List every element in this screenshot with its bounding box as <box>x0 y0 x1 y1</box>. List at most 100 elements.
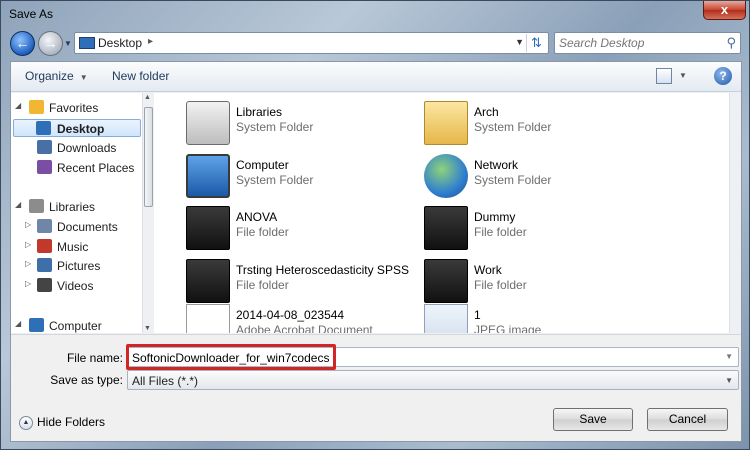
expand-triangle-icon[interactable]: ◢ <box>15 101 21 110</box>
address-dropdown-icon[interactable]: ▼ <box>515 37 524 47</box>
refresh-icon[interactable]: ⇅ <box>526 34 546 52</box>
back-button[interactable]: ← <box>10 31 35 56</box>
file-item[interactable]: 1 JPEG image <box>424 302 654 333</box>
save-type-value: All Files (*.*) <box>132 374 199 388</box>
sidebar-item-label: Pictures <box>57 259 101 273</box>
network-icon <box>424 154 468 198</box>
file-item[interactable]: 2014-04-08_023544 Adobe Acrobat Document <box>186 302 416 333</box>
new-folder-button[interactable]: New folder <box>112 69 169 83</box>
folder-icon <box>186 259 230 303</box>
search-box[interactable]: ⚲ <box>554 32 741 54</box>
sidebar-item-label: Downloads <box>57 141 117 155</box>
recent-pages-dropdown-icon[interactable]: ▼ <box>64 39 72 48</box>
computer-icon <box>186 154 230 198</box>
collapsed-triangle-icon[interactable]: ▷ <box>25 259 31 268</box>
sidebar-item-libraries[interactable]: ◢ Libraries <box>15 198 139 216</box>
documents-icon <box>37 219 52 233</box>
address-bar[interactable]: Desktop ▸ ▼ ⇅ <box>74 32 549 54</box>
file-item[interactable]: Libraries System Folder <box>186 99 416 149</box>
file-list: Libraries System Folder Arch System Fold… <box>154 93 741 333</box>
file-name-label: File name: <box>66 351 123 365</box>
sidebar-item-desktop[interactable]: Desktop <box>13 119 141 137</box>
scroll-down-icon[interactable]: ▼ <box>144 325 151 332</box>
command-toolbar: Organize ▼ New folder ▼ ? <box>11 62 741 92</box>
sidebar-item-pictures[interactable]: ▷ Pictures <box>15 257 139 275</box>
file-item[interactable]: Work File folder <box>424 257 654 307</box>
file-type: System Folder <box>474 173 552 187</box>
file-item[interactable]: Dummy File folder <box>424 204 654 254</box>
file-name: Libraries <box>236 105 283 119</box>
sidebar-item-music[interactable]: ▷ Music <box>15 238 139 256</box>
file-name: Arch <box>474 105 499 119</box>
address-text[interactable]: Desktop <box>98 36 142 50</box>
pictures-icon <box>37 258 52 272</box>
forward-button[interactable]: → <box>38 31 63 56</box>
change-view-icon[interactable] <box>656 68 672 84</box>
file-type: System Folder <box>474 120 552 134</box>
search-icon[interactable]: ⚲ <box>726 35 736 51</box>
expand-triangle-icon[interactable]: ◢ <box>15 200 21 209</box>
save-form: File name: ▼ Save as type: All Files (*.… <box>11 334 741 441</box>
recent-places-icon <box>37 160 52 174</box>
file-item[interactable]: Computer System Folder <box>186 152 416 202</box>
libraries-icon <box>29 199 44 213</box>
desktop-icon <box>79 37 95 49</box>
save-type-select[interactable]: All Files (*.*) ▼ <box>127 370 739 390</box>
sidebar-item-label: Computer <box>49 319 102 333</box>
folder-icon <box>424 259 468 303</box>
file-item[interactable]: ANOVA File folder <box>186 204 416 254</box>
file-type: JPEG image <box>474 323 542 333</box>
sidebar-item-documents[interactable]: ▷ Documents <box>15 218 139 236</box>
jpeg-image-icon <box>424 304 468 333</box>
desktop-icon <box>36 121 51 135</box>
title-bar: Save As x <box>1 1 749 29</box>
collapse-up-icon: ▲ <box>19 415 33 430</box>
file-list-scrollbar[interactable] <box>729 93 741 333</box>
navigation-bar: ← → ▼ Desktop ▸ ▼ ⇅ ⚲ <box>1 29 749 59</box>
cancel-button[interactable]: Cancel <box>647 408 728 431</box>
scrollbar-thumb[interactable] <box>144 107 153 207</box>
navigation-pane-scrollbar[interactable]: ▲ ▼ <box>142 93 153 333</box>
hide-folders-button[interactable]: ▲ Hide Folders <box>19 415 105 430</box>
view-dropdown-icon[interactable]: ▼ <box>679 71 687 80</box>
sidebar-item-downloads[interactable]: Downloads <box>15 139 139 157</box>
file-type: Adobe Acrobat Document <box>236 323 373 333</box>
sidebar-item-favorites[interactable]: ◢ Favorites <box>15 99 139 117</box>
sidebar-item-recent-places[interactable]: Recent Places <box>15 159 139 177</box>
file-name: Work <box>474 263 502 277</box>
file-item[interactable]: Arch System Folder <box>424 99 654 149</box>
file-name: Computer <box>236 158 289 172</box>
highlight-annotation <box>126 344 336 370</box>
star-icon <box>29 100 44 114</box>
help-icon[interactable]: ? <box>714 67 732 85</box>
chevron-down-icon[interactable]: ▼ <box>725 352 733 361</box>
save-button[interactable]: Save <box>553 408 633 431</box>
file-type: File folder <box>474 225 527 239</box>
window-title: Save As <box>9 7 54 21</box>
hide-folders-label: Hide Folders <box>37 415 106 429</box>
search-input[interactable] <box>559 35 719 51</box>
sidebar-item-videos[interactable]: ▷ Videos <box>15 277 139 295</box>
collapsed-triangle-icon[interactable]: ▷ <box>25 240 31 249</box>
organize-button[interactable]: Organize ▼ <box>25 69 88 83</box>
sidebar-item-label: Documents <box>57 220 118 234</box>
folder-icon <box>186 206 230 250</box>
sidebar-item-label: Music <box>57 240 89 254</box>
file-name: Network <box>474 158 519 172</box>
file-name: 1 <box>474 308 481 322</box>
file-type: System Folder <box>236 173 314 187</box>
expand-triangle-icon[interactable]: ◢ <box>15 319 21 328</box>
main-panel: Organize ▼ New folder ▼ ? ◢ Favorites Des… <box>10 61 742 442</box>
collapsed-triangle-icon[interactable]: ▷ <box>25 279 31 288</box>
chevron-down-icon[interactable]: ▼ <box>725 376 733 385</box>
sidebar-item-computer[interactable]: ◢ Computer <box>15 317 139 333</box>
close-button[interactable]: x <box>703 1 746 20</box>
scroll-up-icon[interactable]: ▲ <box>144 94 151 101</box>
music-icon <box>37 239 52 253</box>
sidebar-item-label: Recent Places <box>57 161 135 175</box>
file-item[interactable]: Network System Folder <box>424 152 654 202</box>
collapsed-triangle-icon[interactable]: ▷ <box>25 220 31 229</box>
breadcrumb-chevron-icon[interactable]: ▸ <box>148 36 153 47</box>
file-item[interactable]: Trsting Heteroscedasticity SPSS File fol… <box>186 257 416 307</box>
file-name: 2014-04-08_023544 <box>236 308 345 322</box>
